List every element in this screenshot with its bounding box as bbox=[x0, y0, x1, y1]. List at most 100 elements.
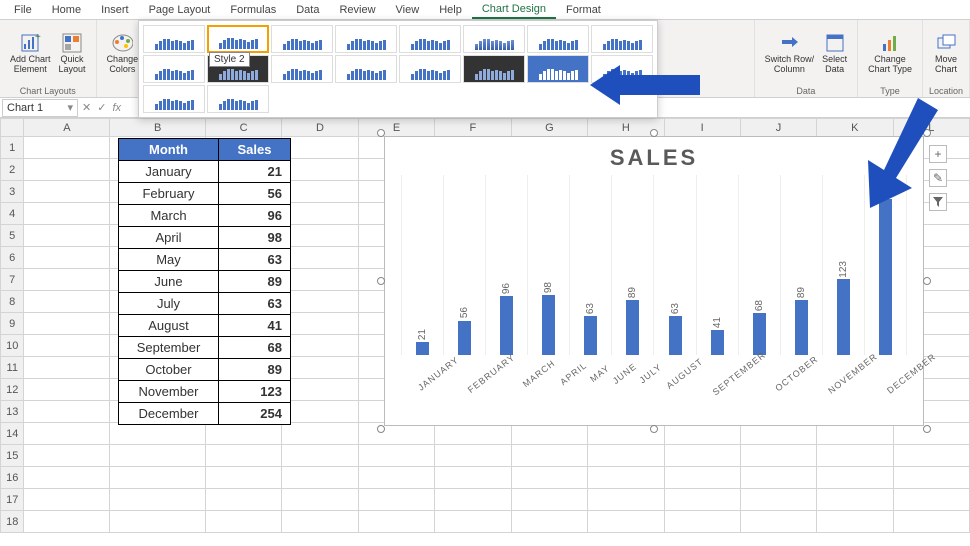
cell[interactable] bbox=[588, 489, 664, 511]
cell[interactable] bbox=[24, 247, 110, 269]
row-header-6[interactable]: 6 bbox=[1, 247, 24, 269]
cell[interactable] bbox=[24, 467, 110, 489]
bar-july[interactable]: 63 bbox=[653, 175, 695, 355]
row-header-7[interactable]: 7 bbox=[1, 269, 24, 291]
cell[interactable] bbox=[664, 467, 740, 489]
col-header-G[interactable]: G bbox=[511, 119, 587, 137]
table-cell-month[interactable]: May bbox=[119, 249, 219, 271]
chart-styles-gallery[interactable]: Style 2 bbox=[138, 20, 658, 118]
cell[interactable] bbox=[893, 467, 969, 489]
chart-style-thumb-14[interactable] bbox=[463, 55, 525, 83]
cell[interactable] bbox=[282, 291, 358, 313]
col-header-F[interactable]: F bbox=[435, 119, 511, 137]
cell[interactable] bbox=[205, 489, 281, 511]
switch-row-column-button[interactable]: Switch Row/Column bbox=[761, 30, 819, 77]
cell[interactable] bbox=[588, 467, 664, 489]
table-cell-month[interactable]: October bbox=[119, 359, 219, 381]
col-header-A[interactable]: A bbox=[24, 119, 110, 137]
col-header-B[interactable]: B bbox=[110, 119, 205, 137]
table-cell-month[interactable]: April bbox=[119, 227, 219, 249]
table-cell-value[interactable]: 63 bbox=[219, 293, 291, 315]
cell[interactable] bbox=[588, 445, 664, 467]
chart-style-thumb-5[interactable] bbox=[399, 25, 461, 53]
cell[interactable] bbox=[282, 269, 358, 291]
chart-style-thumb-11[interactable] bbox=[271, 55, 333, 83]
cell[interactable] bbox=[110, 489, 205, 511]
table-cell-value[interactable]: 56 bbox=[219, 183, 291, 205]
col-header-J[interactable]: J bbox=[740, 119, 816, 137]
chart-style-thumb-1[interactable] bbox=[143, 25, 205, 53]
cell[interactable] bbox=[282, 203, 358, 225]
table-cell-month[interactable]: December bbox=[119, 403, 219, 425]
cell[interactable] bbox=[358, 511, 434, 533]
table-cell-month[interactable]: March bbox=[119, 205, 219, 227]
cell[interactable] bbox=[205, 423, 281, 445]
row-header-5[interactable]: 5 bbox=[1, 225, 24, 247]
cell[interactable] bbox=[282, 137, 358, 159]
cell[interactable] bbox=[110, 423, 205, 445]
table-cell-month[interactable]: August bbox=[119, 315, 219, 337]
table-cell-month[interactable]: February bbox=[119, 183, 219, 205]
table-cell-value[interactable]: 89 bbox=[219, 359, 291, 381]
cell[interactable] bbox=[282, 313, 358, 335]
tab-home[interactable]: Home bbox=[42, 2, 91, 18]
cell[interactable] bbox=[817, 489, 893, 511]
chart-style-thumb-4[interactable] bbox=[335, 25, 397, 53]
bar-march[interactable]: 96 bbox=[485, 175, 527, 355]
chart-style-thumb-15[interactable] bbox=[527, 55, 589, 83]
enter-icon[interactable]: ✓ bbox=[97, 101, 106, 114]
table-cell-value[interactable]: 254 bbox=[219, 403, 291, 425]
cell[interactable] bbox=[282, 511, 358, 533]
chart-style-thumb-6[interactable] bbox=[463, 25, 525, 53]
tab-data[interactable]: Data bbox=[286, 2, 329, 18]
table-cell-value[interactable]: 96 bbox=[219, 205, 291, 227]
cell[interactable] bbox=[740, 467, 816, 489]
worksheet[interactable]: ABCDEFGHIJKL123456789101112131415161718 … bbox=[0, 118, 970, 533]
sales-table[interactable]: MonthSalesJanuary21February56March96Apri… bbox=[118, 138, 291, 425]
tab-chart-design[interactable]: Chart Design bbox=[472, 1, 556, 19]
cell[interactable] bbox=[282, 379, 358, 401]
table-cell-value[interactable]: 68 bbox=[219, 337, 291, 359]
cell[interactable] bbox=[511, 489, 587, 511]
cell[interactable] bbox=[24, 379, 110, 401]
chart-title[interactable]: SALES bbox=[385, 137, 923, 175]
cell[interactable] bbox=[24, 203, 110, 225]
row-header-17[interactable]: 17 bbox=[1, 489, 24, 511]
chart-style-thumb-13[interactable] bbox=[399, 55, 461, 83]
col-header-H[interactable]: H bbox=[588, 119, 664, 137]
bar-may[interactable]: 63 bbox=[569, 175, 611, 355]
table-cell-value[interactable]: 21 bbox=[219, 161, 291, 183]
cell[interactable] bbox=[740, 511, 816, 533]
cell[interactable] bbox=[511, 511, 587, 533]
cell[interactable] bbox=[24, 269, 110, 291]
table-cell-month[interactable]: July bbox=[119, 293, 219, 315]
add-chart-element-button[interactable]: + Add ChartElement bbox=[6, 30, 55, 77]
chart-style-thumb-2[interactable]: Style 2 bbox=[207, 25, 269, 53]
chart-style-thumb-12[interactable] bbox=[335, 55, 397, 83]
bar[interactable] bbox=[711, 330, 724, 355]
tab-file[interactable]: File bbox=[4, 2, 42, 18]
table-header[interactable]: Sales bbox=[219, 139, 291, 161]
table-cell-month[interactable]: June bbox=[119, 271, 219, 293]
col-header-E[interactable]: E bbox=[358, 119, 434, 137]
bar-january[interactable]: 21 bbox=[401, 175, 443, 355]
col-header-C[interactable]: C bbox=[205, 119, 281, 137]
cell[interactable] bbox=[24, 445, 110, 467]
cell[interactable] bbox=[740, 445, 816, 467]
select-all-corner[interactable] bbox=[1, 119, 24, 137]
cell[interactable] bbox=[205, 467, 281, 489]
cell[interactable] bbox=[24, 137, 110, 159]
cell[interactable] bbox=[435, 489, 511, 511]
select-data-button[interactable]: SelectData bbox=[818, 30, 851, 77]
cell[interactable] bbox=[282, 225, 358, 247]
bar-april[interactable]: 98 bbox=[527, 175, 569, 355]
tab-view[interactable]: View bbox=[386, 2, 430, 18]
chart-plot-area[interactable]: 21569698638963416889123254 bbox=[401, 175, 907, 355]
cell[interactable] bbox=[282, 423, 358, 445]
cell[interactable] bbox=[817, 445, 893, 467]
tab-review[interactable]: Review bbox=[329, 2, 385, 18]
cell[interactable] bbox=[205, 511, 281, 533]
cell[interactable] bbox=[282, 445, 358, 467]
cell[interactable] bbox=[110, 511, 205, 533]
tab-format[interactable]: Format bbox=[556, 2, 611, 18]
